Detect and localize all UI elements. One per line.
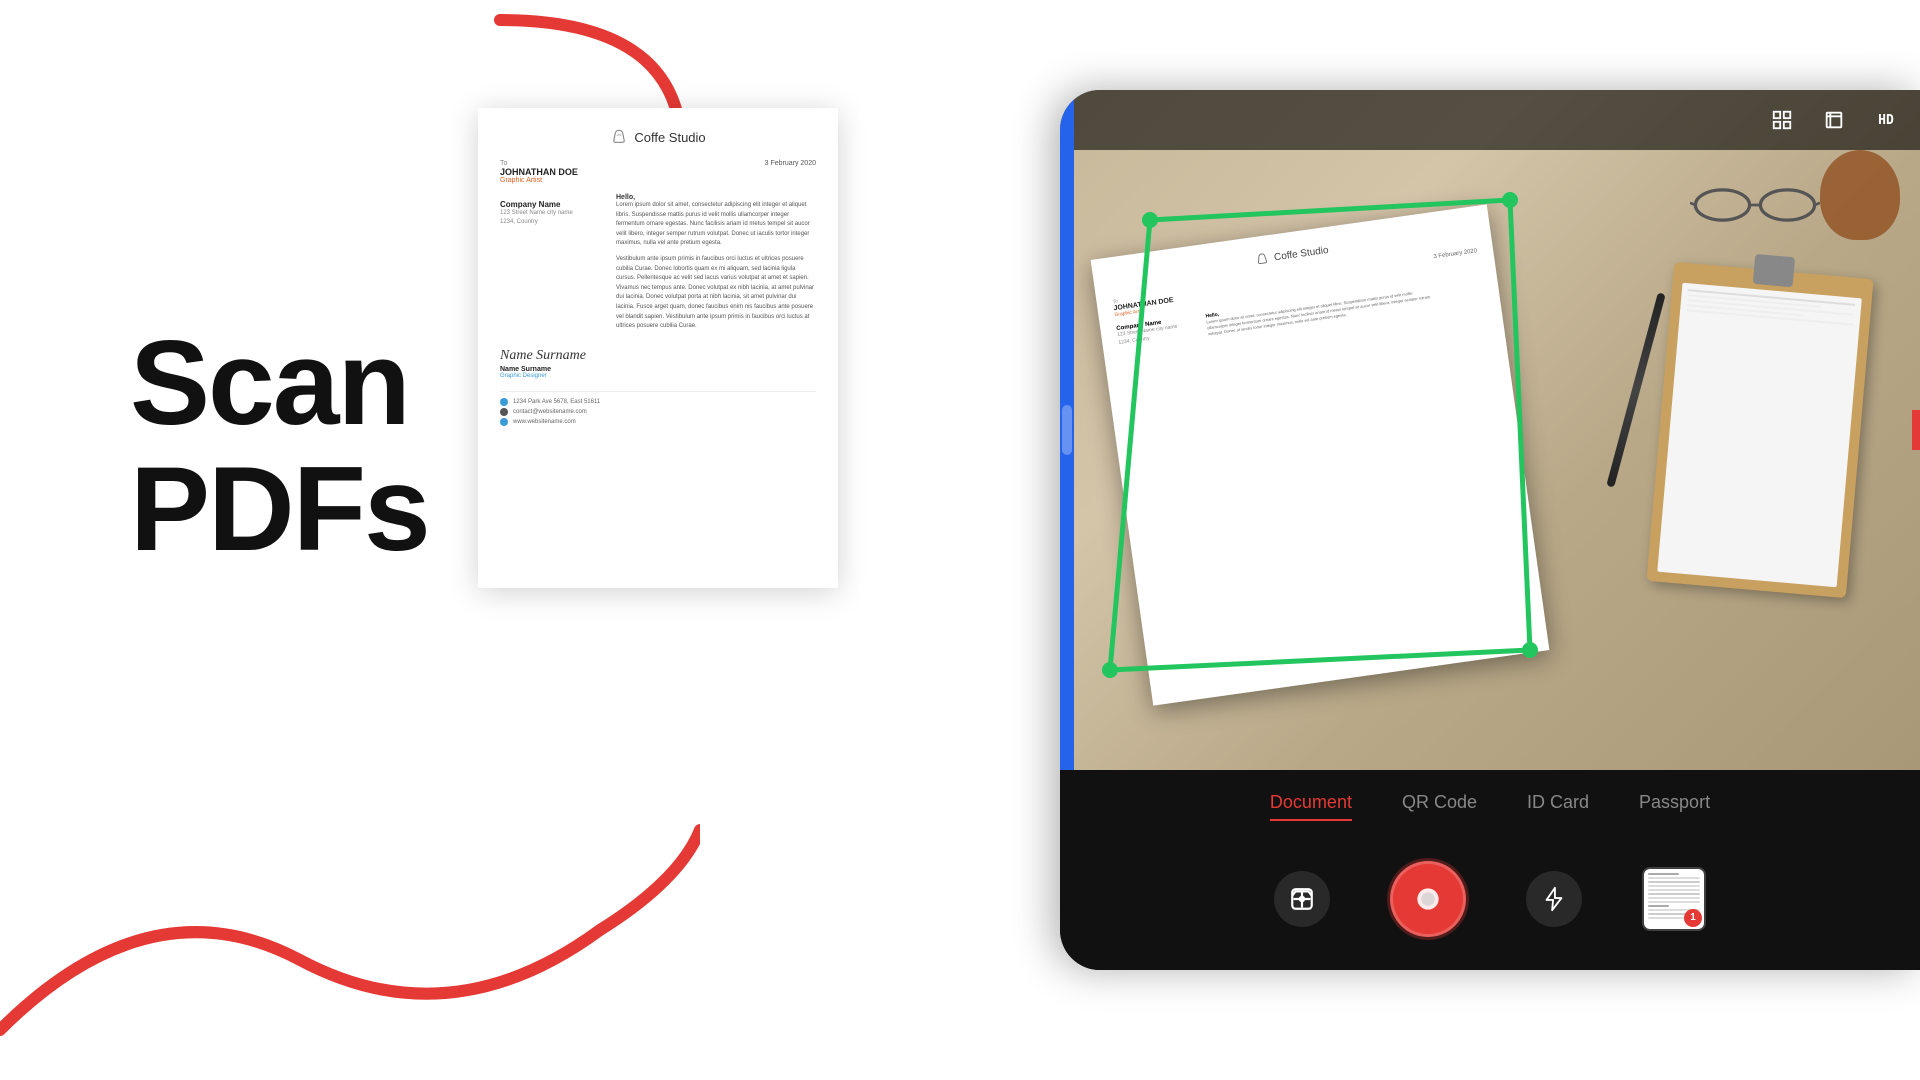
- clipboard-paper: [1657, 283, 1862, 588]
- glasses-prop: [1690, 180, 1820, 230]
- thumb-line-6: [1648, 893, 1700, 895]
- doc-to-label: To: [500, 160, 578, 167]
- hd-label: HD: [1878, 113, 1894, 128]
- hero-text-block: Scan PDFs: [130, 320, 429, 572]
- thumb-line-9: [1648, 905, 1669, 907]
- footer-address-text: 1234 Park Ave 5678, East 51611: [513, 399, 600, 405]
- bottom-bar: Document QR Code ID Card Passport: [1060, 770, 1920, 970]
- doc-greeting: Hello,: [616, 194, 816, 201]
- blue-side-bar: [1060, 90, 1074, 770]
- thumb-line-8: [1648, 901, 1700, 903]
- clipboard-prop: [1646, 262, 1873, 598]
- tab-id-card[interactable]: ID Card: [1527, 788, 1589, 817]
- hero-line2: PDFs: [130, 446, 429, 572]
- doc-recipient: To JOHNATHAN DOE Graphic Artist: [500, 160, 578, 184]
- doc-footer-web: www.websitename.com: [500, 418, 816, 426]
- footer-web-text: www.websitename.com: [513, 419, 576, 425]
- doc-body-para2: Vestibulum ante ipsum primis in faucibus…: [616, 255, 816, 332]
- doc-logo-icon: [610, 128, 628, 146]
- blue-bar-handle: [1062, 405, 1072, 455]
- doc-company-block: Company Name 123 Street Name city name 1…: [500, 194, 573, 338]
- camera-controls: 1: [1060, 827, 1920, 970]
- scan-logo-icon: [1254, 251, 1270, 267]
- document-preview: Coffe Studio To JOHNATHAN DOE Graphic Ar…: [478, 108, 838, 588]
- doc-sig-role: Graphic Designer: [500, 373, 816, 379]
- tab-document[interactable]: Document: [1270, 788, 1352, 817]
- doc-sig-script: Name Surname: [500, 348, 816, 364]
- scanned-document: Coffe Studio To JOHNATHAN DOE Graphic Ar…: [1091, 204, 1550, 705]
- clipboard-clip: [1753, 254, 1795, 287]
- red-accent-edge: [1912, 410, 1920, 450]
- tab-passport[interactable]: Passport: [1639, 788, 1710, 817]
- flash-button[interactable]: [1526, 871, 1582, 927]
- footer-email-text: contact@websitename.com: [513, 409, 587, 415]
- decorative-curve-bottom: [0, 680, 700, 1080]
- scan-date: 3 February 2020: [1433, 248, 1479, 273]
- scan-mode-tabs: Document QR Code ID Card Passport: [1060, 770, 1920, 827]
- email-dot: [500, 408, 508, 416]
- doc-address: 123 Street Name city name 1234, Country: [500, 209, 573, 227]
- thumb-line-2: [1648, 877, 1700, 879]
- crop-toolbar-icon[interactable]: [1820, 106, 1848, 134]
- doc-body-section: Company Name 123 Street Name city name 1…: [500, 194, 816, 338]
- doc-recipient-name: JOHNATHAN DOE: [500, 167, 578, 177]
- doc-signature-area: Name Surname Name Surname Graphic Design…: [500, 348, 816, 379]
- doc-body-text-block: Hello, Lorem ipsum dolor sit amet, conse…: [616, 194, 816, 338]
- phone-frame: Coffe Studio To JOHNATHAN DOE Graphic Ar…: [1060, 90, 1920, 970]
- doc-top-section: To JOHNATHAN DOE Graphic Artist 3 Februa…: [500, 160, 816, 184]
- coffee-cup-prop: [1820, 150, 1900, 240]
- camera-view: Coffe Studio To JOHNATHAN DOE Graphic Ar…: [1060, 90, 1920, 770]
- thumbnail-preview-button[interactable]: 1: [1642, 867, 1706, 931]
- doc-recipient-title: Graphic Artist: [500, 177, 578, 184]
- grid-toolbar-icon[interactable]: [1768, 106, 1796, 134]
- doc-date: 3 February 2020: [765, 160, 816, 184]
- thumb-line-1: [1648, 873, 1679, 875]
- doc-company-name: Company Name: [500, 200, 573, 209]
- camera-toolbar: HD: [1074, 90, 1920, 150]
- thumb-line-3: [1648, 881, 1700, 883]
- scan-brand-name: Coffe Studio: [1273, 244, 1329, 263]
- scan-recipient: To JOHNATHAN DOE Graphic Artist: [1112, 291, 1175, 318]
- thumb-line-4: [1648, 885, 1700, 887]
- thumb-line-5: [1648, 889, 1700, 891]
- doc-header: Coffe Studio: [500, 128, 816, 146]
- scan-company-block: Company Name 123 Street Name city name12…: [1116, 315, 1199, 350]
- thumbnail-count-badge: 1: [1684, 909, 1702, 927]
- address-dot: [500, 398, 508, 406]
- doc-brand-name: Coffe Studio: [634, 130, 705, 145]
- doc-body-para1: Lorem ipsum dolor sit amet, consectetur …: [616, 201, 816, 249]
- add-photo-button[interactable]: [1274, 871, 1330, 927]
- shutter-button[interactable]: [1390, 861, 1466, 937]
- doc-footer-email: contact@websitename.com: [500, 408, 816, 416]
- hero-line1: Scan: [130, 320, 429, 446]
- doc-footer: 1234 Park Ave 5678, East 51611 contact@w…: [500, 391, 816, 426]
- doc-footer-address: 1234 Park Ave 5678, East 51611: [500, 398, 816, 406]
- thumb-line-7: [1648, 897, 1700, 899]
- hd-toolbar-icon[interactable]: HD: [1872, 106, 1900, 134]
- doc-sig-name: Name Surname: [500, 366, 816, 373]
- web-dot: [500, 418, 508, 426]
- tab-qr-code[interactable]: QR Code: [1402, 788, 1477, 817]
